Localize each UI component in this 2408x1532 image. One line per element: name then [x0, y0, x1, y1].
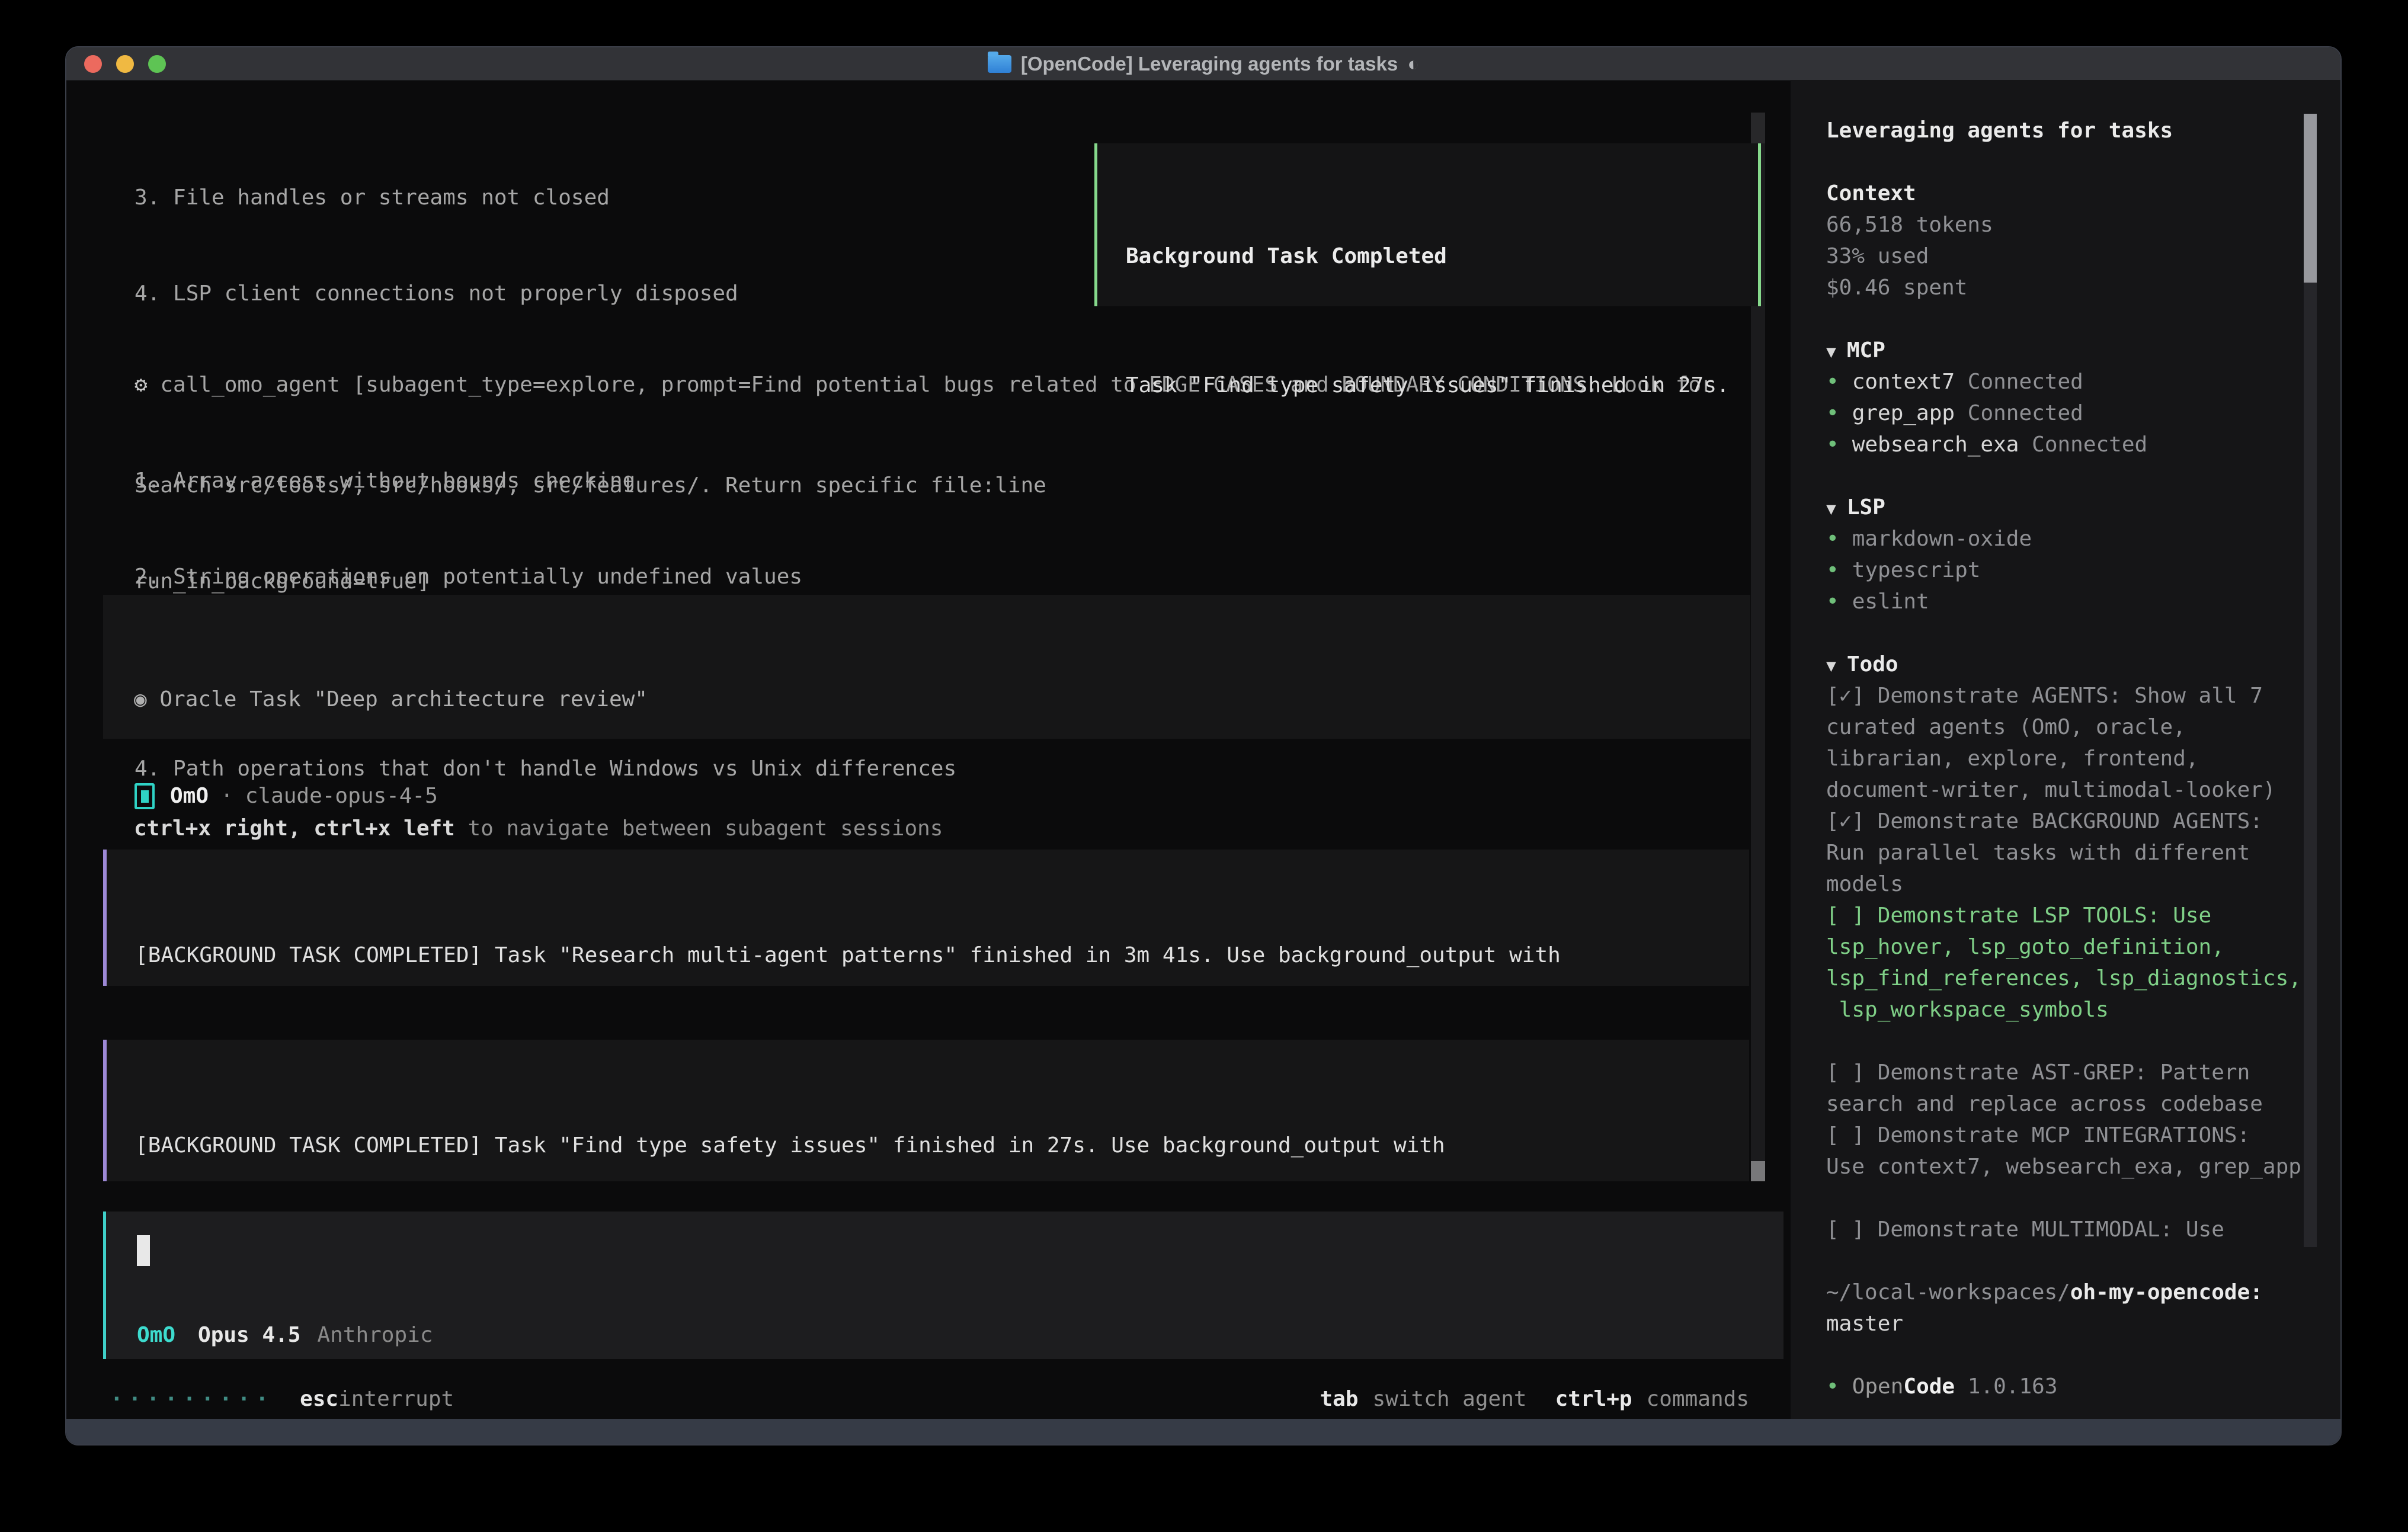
- screen: [OpenCode] Leveraging agents for tasks ◐…: [0, 0, 2408, 1532]
- esc-key-hint: esc: [300, 1383, 338, 1415]
- mcp-item: •grep_app Connected: [1826, 398, 2342, 429]
- todo-line: [✓] Demonstrate BACKGROUND AGENTS:: [1826, 806, 2342, 837]
- chevron-down-icon: ▼: [1826, 342, 1836, 361]
- notification-body: Task "Find type safety issues" finished …: [1126, 370, 1758, 402]
- window-titlebar: [OpenCode] Leveraging agents for tasks ◐: [66, 47, 2340, 81]
- window-bottom-strip: [66, 1419, 2340, 1446]
- message-line: [BACKGROUND TASK COMPLETED] Task "Find t…: [135, 1130, 1749, 1162]
- status-dot-icon: •: [1826, 589, 1839, 614]
- window-title: [OpenCode] Leveraging agents for tasks: [1021, 53, 1398, 75]
- todo-line: Use context7, websearch_exa, grep_app: [1826, 1151, 2342, 1182]
- input-meta-row: OmO Opus 4.5 Anthropic: [137, 1319, 433, 1351]
- notification-title: Background Task Completed: [1126, 241, 1758, 273]
- active-agent-label[interactable]: OmO: [137, 1319, 175, 1351]
- sidebar-scrollbar-thumb[interactable]: [2304, 114, 2317, 283]
- ctrlp-key-hint: ctrl+p: [1555, 1383, 1632, 1415]
- context-tokens: 66,518 tokens: [1826, 209, 2342, 241]
- minimize-button[interactable]: [116, 55, 134, 73]
- mcp-item: •websearch_exa Connected: [1826, 429, 2342, 460]
- main-scrollbar-top-segment[interactable]: [1751, 113, 1765, 143]
- fisheye-icon: ◉: [134, 687, 147, 711]
- zoom-button[interactable]: [148, 55, 166, 73]
- sidebar-scrollbar-track[interactable]: [2304, 114, 2317, 1247]
- close-button[interactable]: [84, 55, 102, 73]
- window-title-group: [OpenCode] Leveraging agents for tasks ◐: [66, 53, 2340, 75]
- todo-section-header[interactable]: ▼Todo: [1826, 649, 2342, 680]
- lsp-section-header[interactable]: ▼LSP: [1826, 492, 2342, 523]
- status-dot-icon: •: [1826, 527, 1839, 551]
- scrollback-line: 3. File handles or streams not closed: [135, 182, 1046, 214]
- agent-name: OmO: [170, 780, 209, 812]
- oracle-task-hint: ctrl+x right, ctrl+x left to navigate be…: [134, 813, 1750, 845]
- todo-line: librarian, explore, frontend,: [1826, 743, 2342, 774]
- mcp-item: •context7 Connected: [1826, 366, 2342, 398]
- omo-agent-icon: [135, 783, 155, 809]
- lsp-item: •typescript: [1826, 555, 2342, 586]
- todo-line-active: lsp_hover, lsp_goto_definition,: [1826, 931, 2342, 963]
- separator-dot: ·: [220, 780, 233, 812]
- todo-line: [ ] Demonstrate MCP INTEGRATIONS:: [1826, 1120, 2342, 1151]
- esc-key-label: interrupt: [338, 1383, 454, 1415]
- tab-key-label: switch agent: [1372, 1383, 1526, 1415]
- todo-line-active: lsp_find_references, lsp_diagnostics,: [1826, 963, 2342, 994]
- session-sidebar: Leveraging agents for tasks Context 66,5…: [1791, 80, 2342, 1419]
- session-title: Leveraging agents for tasks: [1826, 115, 2342, 146]
- background-task-message: [BACKGROUND TASK COMPLETED] Task "Find t…: [103, 1040, 1749, 1181]
- todo-line: curated agents (OmO, oracle,: [1826, 711, 2342, 743]
- tab-key-hint: tab: [1320, 1383, 1358, 1415]
- ctrlp-key-label: commands: [1647, 1383, 1749, 1415]
- context-used: 33% used: [1826, 241, 2342, 272]
- status-dot-icon: •: [1826, 558, 1839, 582]
- workspace-path: ~/local-workspaces/oh-my-opencode:: [1826, 1277, 2342, 1308]
- status-dot-icon: •: [1826, 432, 1839, 457]
- provider-label: Anthropic: [317, 1319, 433, 1351]
- workspace-branch: master: [1826, 1308, 2342, 1339]
- todo-line: search and replace across codebase: [1826, 1088, 2342, 1120]
- hint-text: to navigate between subagent sessions: [455, 816, 943, 841]
- chevron-down-icon: ▼: [1826, 499, 1836, 518]
- todo-line-active: lsp_workspace_symbols: [1826, 994, 2342, 1025]
- todo-line: models: [1826, 868, 2342, 900]
- todo-line: document-writer, multimodal-looker): [1826, 774, 2342, 806]
- agent-header: OmO · claude-opus-4-5: [135, 780, 438, 812]
- status-dot-icon: •: [1826, 1374, 1839, 1399]
- prompt-input[interactable]: OmO Opus 4.5 Anthropic: [103, 1212, 1783, 1359]
- status-left-group: ········· esc interrupt: [110, 1383, 454, 1415]
- status-dot-icon: •: [1826, 401, 1839, 425]
- hint-keys: ctrl+x right, ctrl+x left: [134, 816, 455, 841]
- context-heading: Context: [1826, 178, 2342, 209]
- oracle-task-card[interactable]: ◉ Oracle Task "Deep architecture review"…: [103, 595, 1750, 739]
- traffic-lights: [75, 47, 166, 81]
- mcp-section-header[interactable]: ▼MCP: [1826, 335, 2342, 366]
- tool-call-line: 2. String operations on potentially unde…: [135, 561, 1714, 593]
- background-task-notification: Background Task Completed Task "Find typ…: [1094, 143, 1761, 306]
- working-spinner-dots: ·········: [110, 1383, 274, 1415]
- todo-line: [ ] Demonstrate AST-GREP: Pattern: [1826, 1057, 2342, 1088]
- gear-icon: ⚙: [135, 373, 148, 397]
- background-task-message: [BACKGROUND TASK COMPLETED] Task "Resear…: [103, 850, 1749, 986]
- folder-icon: [988, 55, 1011, 73]
- todo-line: Run parallel tasks with different: [1826, 837, 2342, 868]
- chevron-down-icon: ▼: [1826, 656, 1836, 675]
- todo-line-active: [ ] Demonstrate LSP TOOLS: Use: [1826, 900, 2342, 931]
- opencode-version: •OpenCode 1.0.163: [1826, 1371, 2342, 1402]
- agent-model: claude-opus-4-5: [245, 780, 438, 812]
- message-line: [BACKGROUND TASK COMPLETED] Task "Resear…: [135, 940, 1749, 972]
- opencode-terminal-window: [OpenCode] Leveraging agents for tasks ◐…: [65, 46, 2342, 1446]
- status-bar: ········· esc interrupt tab switch agent…: [66, 1383, 1791, 1415]
- context-spent: $0.46 spent: [1826, 272, 2342, 303]
- status-right-group: tab switch agent ctrl+p commands: [1320, 1383, 1749, 1415]
- tool-call-line: 1. Array access without bounds checking: [135, 465, 1714, 497]
- todo-line: [✓] Demonstrate AGENTS: Show all 7: [1826, 680, 2342, 711]
- main-scrollbar-thumb[interactable]: [1751, 1161, 1765, 1181]
- text-cursor: [137, 1235, 150, 1266]
- oracle-task-label: ◉ Oracle Task "Deep architecture review": [134, 684, 1750, 716]
- active-model-label[interactable]: Opus 4.5: [198, 1319, 300, 1351]
- half-circle-status-icon: ◐: [1407, 53, 1419, 75]
- todo-line: [ ] Demonstrate MULTIMODAL: Use: [1826, 1214, 2342, 1245]
- lsp-item: •markdown-oxide: [1826, 523, 2342, 555]
- status-dot-icon: •: [1826, 370, 1839, 394]
- lsp-item: •eslint: [1826, 586, 2342, 617]
